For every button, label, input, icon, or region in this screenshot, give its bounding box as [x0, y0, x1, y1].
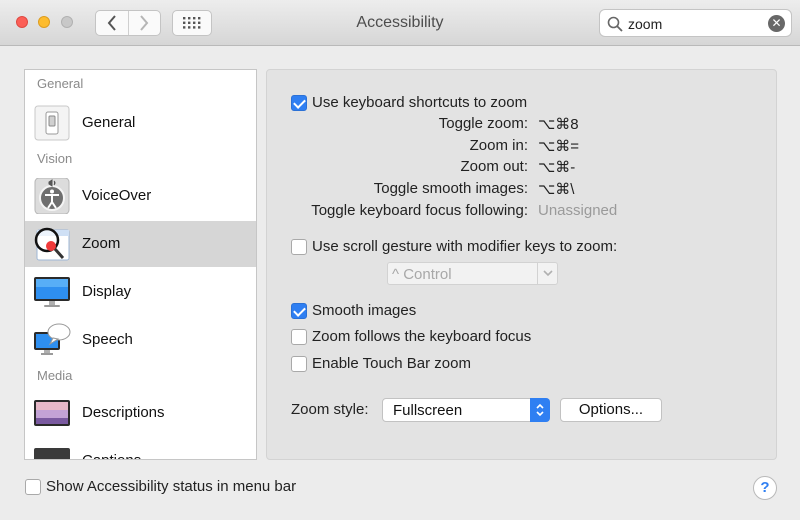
- clear-search-icon[interactable]: ✕: [768, 15, 785, 32]
- captions-icon: [34, 448, 70, 459]
- shortcut-label: Zoom in:: [469, 137, 528, 154]
- sidebar: General General Vision VoiceOver Zoom Di…: [24, 69, 257, 460]
- sidebar-item-zoom[interactable]: Zoom: [25, 221, 256, 267]
- chevron-left-icon: [107, 15, 116, 31]
- section-header-general: General: [37, 76, 84, 91]
- switch-icon: [34, 105, 70, 141]
- show-all-button[interactable]: [172, 10, 212, 36]
- follow-focus-checkbox[interactable]: [291, 329, 307, 345]
- sidebar-item-label: VoiceOver: [82, 187, 152, 204]
- fullscreen-window-button[interactable]: [61, 16, 73, 28]
- shortcut-label: Zoom out:: [460, 158, 528, 175]
- keyboard-shortcuts-label: Use keyboard shortcuts to zoom: [312, 94, 528, 111]
- status-menu-label: Show Accessibility status in menu bar: [46, 478, 297, 495]
- scroll-gesture-checkbox[interactable]: [291, 239, 307, 255]
- scroll-gesture-label: Use scroll gesture with modifier keys to…: [312, 238, 618, 255]
- chevron-right-icon: [140, 15, 149, 31]
- section-header-vision: Vision: [37, 151, 73, 166]
- updown-chevron-icon: [530, 398, 550, 422]
- sidebar-item-label: Display: [82, 283, 132, 300]
- close-window-button[interactable]: [16, 16, 28, 28]
- shortcut-label: Toggle keyboard focus following:: [311, 202, 528, 219]
- help-button[interactable]: ?: [753, 476, 777, 500]
- shortcut-value: ⌥⌘\: [538, 181, 575, 198]
- title-bar: Accessibility zoom ✕: [0, 0, 800, 46]
- search-input[interactable]: zoom: [628, 16, 662, 32]
- search-icon: [607, 16, 623, 32]
- voiceover-icon: [34, 178, 70, 214]
- sidebar-item-label: Captions: [82, 452, 141, 459]
- sidebar-item-label: General: [82, 114, 136, 131]
- sidebar-item-display[interactable]: Display: [25, 269, 256, 315]
- minimize-window-button[interactable]: [38, 16, 50, 28]
- shortcut-value: ⌥⌘=: [538, 138, 580, 155]
- smooth-images-checkbox[interactable]: [291, 303, 307, 319]
- modifier-key-value: ^ Control: [392, 266, 452, 283]
- touch-bar-zoom-label: Enable Touch Bar zoom: [312, 355, 471, 372]
- sidebar-item-voiceover[interactable]: VoiceOver: [25, 173, 256, 219]
- forward-button[interactable]: [127, 11, 161, 35]
- chevron-down-icon: [537, 263, 557, 284]
- display-monitor-icon: [34, 277, 70, 307]
- shortcut-value: Unassigned: [538, 202, 618, 219]
- navigation-buttons: [95, 10, 161, 36]
- sidebar-item-captions[interactable]: Captions: [25, 438, 256, 459]
- follow-focus-label: Zoom follows the keyboard focus: [312, 328, 532, 345]
- search-field[interactable]: zoom ✕: [599, 9, 792, 37]
- zoom-settings-panel: Use keyboard shortcuts to zoom Toggle zo…: [266, 69, 777, 460]
- shortcut-value: ⌥⌘8: [538, 116, 579, 133]
- speech-bubble-icon: [34, 323, 71, 355]
- options-button[interactable]: Options...: [560, 398, 662, 422]
- zoom-style-label: Zoom style:: [291, 401, 369, 418]
- descriptions-icon: [34, 400, 70, 426]
- zoom-style-select[interactable]: Fullscreen: [382, 398, 550, 422]
- touch-bar-zoom-checkbox[interactable]: [291, 356, 307, 372]
- keyboard-shortcuts-checkbox[interactable]: [291, 95, 307, 111]
- sidebar-item-label: Descriptions: [82, 404, 165, 421]
- sidebar-item-speech[interactable]: Speech: [25, 317, 256, 363]
- sidebar-item-label: Zoom: [82, 235, 121, 252]
- zoom-style-value: Fullscreen: [393, 402, 463, 419]
- back-button[interactable]: [96, 11, 128, 35]
- sidebar-item-label: Speech: [82, 331, 133, 348]
- section-header-media: Media: [37, 368, 73, 383]
- shortcut-value: ⌥⌘-: [538, 159, 576, 176]
- sidebar-item-descriptions[interactable]: Descriptions: [25, 390, 256, 436]
- modifier-key-select[interactable]: ^ Control: [387, 262, 558, 285]
- grid-icon: [183, 17, 201, 29]
- smooth-images-label: Smooth images: [312, 302, 417, 319]
- status-menu-checkbox[interactable]: [25, 479, 41, 495]
- shortcut-label: Toggle zoom:: [438, 115, 528, 132]
- zoom-magnifier-icon: [34, 227, 70, 261]
- shortcut-label: Toggle smooth images:: [373, 180, 528, 197]
- sidebar-item-general[interactable]: General: [25, 100, 256, 146]
